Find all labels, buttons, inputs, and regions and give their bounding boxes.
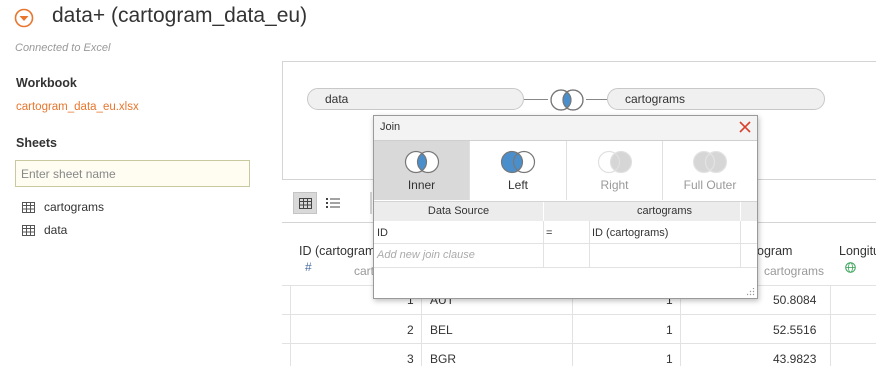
clause-row-divider [374,243,757,244]
join-dialog: Join Inner Left Right Full Outer Data So… [373,115,758,299]
list-view-button[interactable] [322,192,344,214]
clause-row-divider [374,267,757,268]
table-cell: 3 [407,352,414,366]
grid-view-button[interactable] [293,192,317,214]
toolbar-divider [370,192,372,214]
clause-header-right: cartograms [589,202,740,221]
clause-divider [543,221,544,267]
left-panel: Workbook cartogram_data_eu.xlsx Sheets c… [0,60,276,365]
table-icon [22,201,35,213]
add-join-clause[interactable]: Add new join clause [377,249,475,261]
resize-grip-icon[interactable] [747,288,755,296]
row-divider [282,343,876,344]
workbook-heading: Workbook [16,76,77,90]
join-clause-grid: Data Source cartograms ID = ID (cartogra… [374,201,757,268]
join-dialog-title: Join [380,121,401,133]
join-type-full-outer[interactable]: Full Outer [663,141,757,200]
clause-header-left: Data Source [374,202,543,221]
sheet-label: data [44,223,68,237]
column-divider [290,286,291,366]
table-cell: 43.9823 [773,352,817,366]
column-header-latitude[interactable]: ogram [757,244,792,258]
clause-operator[interactable]: = [546,227,552,239]
grid-view-icon [299,198,312,209]
number-type-icon[interactable]: # [305,260,312,274]
table-pill-cartograms[interactable]: cartograms [607,88,825,110]
join-dialog-titlebar[interactable]: Join [374,116,757,141]
join-type-right[interactable]: Right [567,141,663,200]
sheet-item-cartograms[interactable]: cartograms [22,198,104,216]
inner-join-venn-icon[interactable] [548,88,586,112]
table-cell: 52.5516 [773,323,817,337]
column-header-longitude[interactable]: Longitu [839,244,876,258]
sheet-label: cartograms [44,200,105,214]
join-type-label: Inner [407,178,436,192]
sheet-search-input[interactable] [15,160,250,187]
table-icon [22,224,35,236]
clause-header-spacer [740,202,757,221]
join-type-left[interactable]: Left [470,141,567,200]
inner-join-icon [404,150,439,174]
column-source-latitude: cartograms [764,264,825,278]
join-connector [586,99,607,100]
list-view-icon [326,198,340,208]
column-header-id[interactable]: ID (cartogram [299,244,375,258]
column-divider [830,286,831,366]
table-cell: BGR [430,352,457,366]
join-type-label: Left [507,178,528,192]
table-pill-data[interactable]: data [307,88,524,110]
table-cell: 1 [666,323,673,337]
table-cell: 2 [407,323,414,337]
close-icon[interactable] [736,118,754,136]
table-cell: BEL [430,323,453,337]
connection-status: Connected to Excel [15,42,111,54]
table-cell: 1 [666,352,673,366]
clause-left-field[interactable]: ID [377,227,388,239]
join-type-label: Right [600,178,629,192]
table-cell: 50.8084 [773,293,817,307]
right-join-icon [597,150,632,174]
sheets-heading: Sheets [16,136,57,150]
sheet-item-data[interactable]: data [22,221,67,239]
clause-right-field[interactable]: ID (cartograms) [592,227,668,239]
full-outer-join-icon [692,150,728,174]
globe-icon[interactable] [845,262,856,273]
clause-divider [740,221,741,267]
workbook-file-link[interactable]: cartogram_data_eu.xlsx [16,101,139,113]
join-connector [524,99,548,100]
clause-divider [589,221,590,267]
row-divider [282,314,876,315]
join-type-label: Full Outer [683,178,737,192]
collapse-chevron-icon[interactable] [14,8,34,28]
clause-header-op [543,202,589,221]
join-type-inner[interactable]: Inner [374,141,470,200]
left-join-icon [500,150,536,174]
datasource-title[interactable]: data+ (cartogram_data_eu) [52,4,307,28]
